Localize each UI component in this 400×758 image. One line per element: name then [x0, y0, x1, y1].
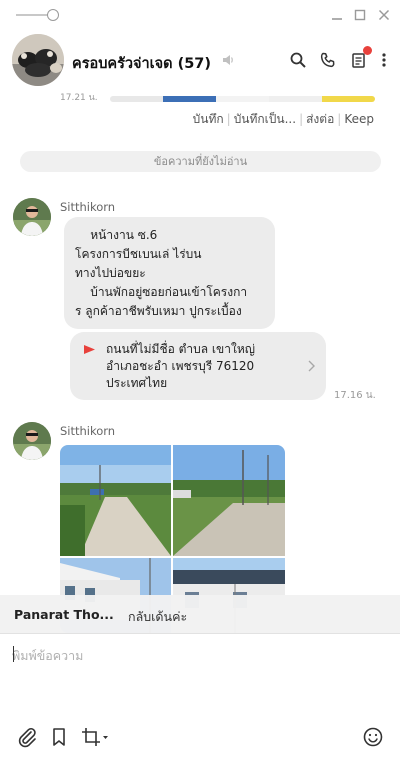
previous-message-thumbnails[interactable]: [110, 96, 375, 102]
save-as-link[interactable]: บันทึกเป็น...: [234, 112, 296, 126]
slider-icon[interactable]: [47, 9, 59, 21]
minimize-icon[interactable]: [329, 7, 345, 23]
address-line: ประเทศไทย: [106, 376, 168, 390]
chevron-right-icon: [306, 358, 316, 372]
address-line: อำเภอชะอำ เพชรบุรี 76120: [106, 359, 255, 373]
message-list[interactable]: 17.21 น. บันทึก | บันทึกเป็น... | ส่งต่อ | Kee…: [0, 88, 400, 633]
text-caret: [13, 646, 14, 662]
maximize-icon[interactable]: [352, 7, 368, 23]
message-input[interactable]: [12, 644, 388, 666]
phone-icon[interactable]: [319, 51, 337, 69]
sender-name: Sitthikorn: [60, 200, 116, 214]
crop-icon[interactable]: [80, 726, 110, 748]
reply-sender-name: Panarat Tho...: [14, 607, 114, 622]
message-composer: [0, 633, 400, 758]
sender-name: Sitthikorn: [60, 424, 116, 438]
search-icon[interactable]: [289, 51, 307, 69]
location-address: ถนนที่ไม่มีชื่อ ตำบล เขาใหญ่ อำเภอชะอำ เ…: [106, 341, 291, 392]
message-line: โครงการบีชเบนเล่ ไร่บน: [75, 247, 202, 261]
more-icon[interactable]: [378, 51, 390, 69]
location-pin-icon: [82, 342, 96, 356]
message-bubble[interactable]: หน้างาน ซ.6 โครงการบีชเบนเล่ ไร่บน ทางไป…: [64, 217, 275, 329]
emoji-icon[interactable]: [362, 726, 384, 748]
forward-link[interactable]: ส่งต่อ: [306, 112, 334, 126]
chat-title: ครอบครัวจ่าเจด (57): [72, 56, 212, 72]
save-link[interactable]: บันทึก: [193, 112, 224, 126]
previous-message-time: 17.21 น.: [60, 93, 98, 103]
avatar[interactable]: [13, 422, 51, 460]
close-icon[interactable]: [376, 7, 392, 23]
attach-icon[interactable]: [16, 726, 38, 748]
message-line: ทางไปบ่อขยะ: [75, 266, 146, 280]
message-time: 17.16 น.: [334, 390, 376, 401]
location-bubble[interactable]: ถนนที่ไม่มีชื่อ ตำบล เขาใหญ่ อำเภอชะอำ เ…: [70, 332, 326, 400]
chat-header: ครอบครัวจ่าเจด (57): [0, 32, 400, 88]
address-line: ถนนที่ไม่มีชื่อ ตำบล เขาใหญ่: [106, 342, 255, 356]
slider-track[interactable]: [16, 14, 50, 16]
message-line: ร ลูกค้าอาชีพรับเหมา ปูกระเบื้อง: [75, 304, 242, 318]
title-bar: [0, 0, 400, 32]
keep-link[interactable]: Keep: [344, 112, 374, 126]
reply-message-text: กลับเด้นค่ะ: [128, 609, 188, 624]
speaker-icon: [221, 52, 235, 66]
bookmark-icon[interactable]: [48, 726, 70, 748]
photo-thumbnail[interactable]: [60, 445, 171, 556]
message-line: หน้างาน ซ.6: [75, 228, 158, 242]
unread-divider: ข้อความที่ยังไม่อ่าน: [20, 151, 381, 172]
reply-preview[interactable]: Panarat Tho... กลับเด้นค่ะ: [0, 595, 400, 633]
avatar[interactable]: [13, 198, 51, 236]
note-actions: บันทึก | บันทึกเป็น... | ส่งต่อ | Keep: [192, 112, 374, 126]
group-avatar[interactable]: [12, 34, 64, 86]
message-line: บ้านพักอยู่ซอยก่อนเข้าโครงกา: [75, 285, 248, 299]
notification-badge: [363, 46, 372, 55]
photo-thumbnail[interactable]: [173, 445, 285, 556]
